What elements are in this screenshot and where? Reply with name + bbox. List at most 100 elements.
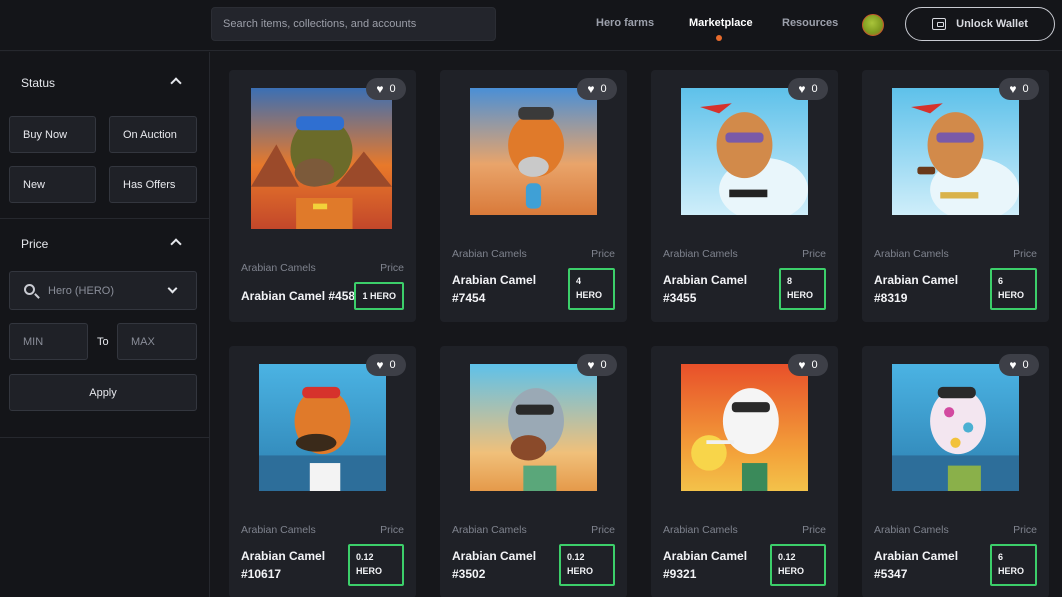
price-currency: HERO [998, 290, 1025, 300]
price-label: Price [1013, 248, 1037, 260]
collection-name: Arabian Camels [663, 248, 738, 260]
like-count: 0 [811, 83, 818, 95]
like-button[interactable]: ♥ 0 [577, 78, 617, 100]
heart-icon: ♥ [376, 82, 384, 96]
collection-name: Arabian Camels [663, 524, 738, 536]
filter-sidebar: Status Buy Now On Auction New Has Offers… [0, 52, 210, 597]
token-select[interactable]: Hero (HERO) [9, 271, 197, 310]
chevron-up-icon[interactable] [170, 77, 182, 89]
price-label: Price [802, 248, 826, 260]
like-count: 0 [811, 359, 818, 371]
nft-image [470, 88, 597, 215]
unlock-wallet-button[interactable]: Unlock Wallet [905, 7, 1055, 41]
max-price-input[interactable] [117, 323, 197, 360]
price-label: Price [591, 524, 615, 536]
item-card[interactable]: ♥ 0 Arabian Camels Price Arabian Camel #5… [862, 346, 1049, 597]
nav-resources[interactable]: Resources [782, 17, 838, 29]
collection-name: Arabian Camels [241, 524, 316, 536]
like-button[interactable]: ♥ 0 [788, 354, 828, 376]
item-grid: ♥ 0 Arabian Camels Price Arabian Camel #4… [211, 52, 1062, 597]
collection-name: Arabian Camels [874, 524, 949, 536]
price-currency: HERO [787, 290, 814, 300]
user-avatar[interactable] [862, 14, 884, 36]
price-label: Price [591, 248, 615, 260]
sidebar-divider [0, 218, 210, 219]
price-badge: 8 HERO [779, 268, 826, 310]
price-currency: HERO [576, 290, 603, 300]
item-title: Arabian Camel [452, 549, 537, 563]
item-title: Arabian Camel [663, 273, 748, 287]
like-count: 0 [600, 83, 607, 95]
item-card[interactable]: ♥ 0 Arabian Camels Price Arabian Camel #1… [229, 346, 416, 597]
item-title: Arabian Camel [874, 549, 959, 563]
item-title: Arabian Camel [874, 273, 959, 287]
item-title: Arabian Camel #458 [241, 289, 356, 303]
price-label: Price [1013, 524, 1037, 536]
chevron-up-icon[interactable] [170, 238, 182, 250]
heart-icon: ♥ [587, 358, 595, 372]
price-label: Price [802, 524, 826, 536]
item-card[interactable]: ♥ 0 Arabian Camels Price Arabian Camel #3… [440, 346, 627, 597]
price-section-header[interactable]: Price [0, 229, 210, 259]
nav-marketplace[interactable]: Marketplace [689, 17, 753, 29]
price-value: 1 HERO [362, 291, 396, 301]
item-number: #7454 [452, 291, 486, 305]
price-badge: 4 HERO [568, 268, 615, 310]
price-value: 4 [576, 276, 582, 286]
nft-image [892, 88, 1019, 215]
nft-image [259, 364, 386, 491]
item-title: Arabian Camel [241, 549, 326, 563]
search-input[interactable] [212, 8, 495, 40]
price-label: Price [380, 524, 404, 536]
collection-name: Arabian Camels [241, 262, 316, 274]
item-card[interactable]: ♥ 0 Arabian Camels Price Arabian Camel #9… [651, 346, 838, 597]
status-title: Status [21, 76, 56, 90]
min-price-input[interactable] [9, 323, 88, 360]
item-card[interactable]: ♥ 0 Arabian Camels Price Arabian Camel #8… [862, 70, 1049, 322]
nft-image [892, 364, 1019, 491]
item-number: #3455 [663, 291, 697, 305]
price-currency: HERO [567, 566, 594, 576]
item-card[interactable]: ♥ 0 Arabian Camels Price Arabian Camel #7… [440, 70, 627, 322]
sidebar-divider [0, 437, 210, 438]
nft-image [251, 88, 392, 229]
like-button[interactable]: ♥ 0 [999, 354, 1039, 376]
like-count: 0 [389, 359, 396, 371]
item-card[interactable]: ♥ 0 Arabian Camels Price Arabian Camel #4… [229, 70, 416, 322]
item-number: #8319 [874, 291, 908, 305]
status-section-header[interactable]: Status [0, 68, 210, 98]
nft-image [681, 88, 808, 215]
collection-name: Arabian Camels [452, 248, 527, 260]
price-value: 6 [998, 552, 1004, 562]
filter-has-offers-button[interactable]: Has Offers [109, 166, 197, 203]
filter-buy-now-button[interactable]: Buy Now [9, 116, 96, 153]
item-card[interactable]: ♥ 0 Arabian Camels Price Arabian Camel #3… [651, 70, 838, 322]
price-value: 0.12 [567, 552, 585, 562]
price-badge: 6 HERO [990, 268, 1037, 310]
like-button[interactable]: ♥ 0 [366, 78, 406, 100]
token-select-value: Hero (HERO) [48, 285, 115, 297]
like-button[interactable]: ♥ 0 [577, 354, 617, 376]
price-value: 0.12 [356, 552, 374, 562]
nft-image [470, 364, 597, 491]
nft-image [681, 364, 808, 491]
like-count: 0 [600, 359, 607, 371]
like-button[interactable]: ♥ 0 [788, 78, 828, 100]
price-title: Price [21, 237, 49, 251]
apply-button[interactable]: Apply [9, 374, 197, 411]
filter-on-auction-button[interactable]: On Auction [109, 116, 197, 153]
like-button[interactable]: ♥ 0 [366, 354, 406, 376]
collection-name: Arabian Camels [874, 248, 949, 260]
like-count: 0 [1022, 359, 1029, 371]
search-bar[interactable] [211, 7, 496, 41]
price-value: 0.12 [778, 552, 796, 562]
heart-icon: ♥ [1009, 358, 1017, 372]
price-badge: 6 HERO [990, 544, 1037, 586]
price-badge: 1 HERO [354, 282, 404, 310]
price-currency: HERO [998, 566, 1025, 576]
item-title: Arabian Camel [663, 549, 748, 563]
collection-name: Arabian Camels [452, 524, 527, 536]
like-button[interactable]: ♥ 0 [999, 78, 1039, 100]
nav-hero-farms[interactable]: Hero farms [596, 17, 654, 29]
filter-new-button[interactable]: New [9, 166, 96, 203]
